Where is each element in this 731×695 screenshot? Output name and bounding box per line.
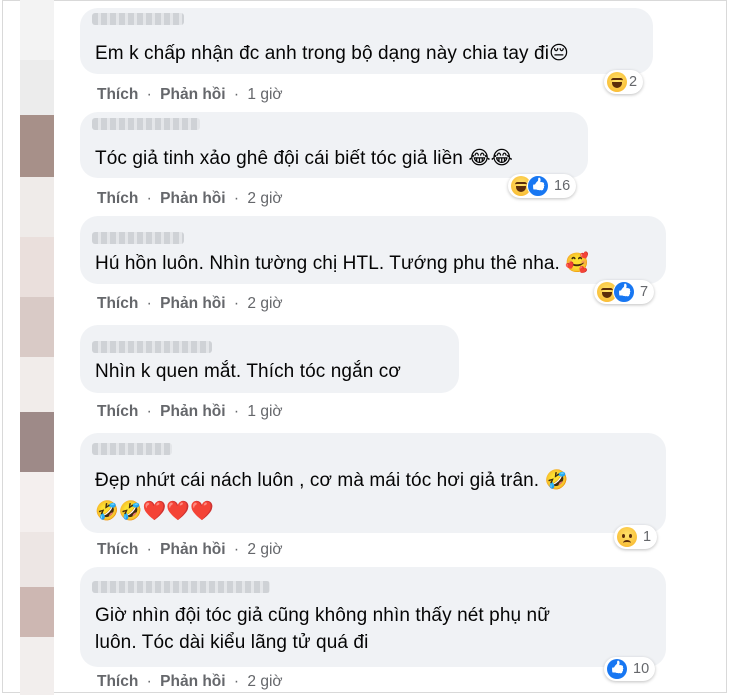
separator: · [233,190,240,207]
separator: · [233,673,240,690]
blurred-author-name [92,581,270,593]
timestamp[interactable]: 2 giờ [247,541,282,558]
blurred-author-name [92,118,200,130]
separator: · [146,86,152,103]
separator: · [146,403,152,420]
like-icon [607,659,627,679]
comment-text-line-2: luôn. Tóc dài kiểu lãng tử quá đi [95,632,369,653]
like-link[interactable]: Thích [97,295,138,312]
separator: · [233,541,240,558]
separator: · [146,673,152,690]
comment-text: Em k chấp nhận đc anh trong bộ dạng này … [95,43,569,64]
separator: · [233,86,240,103]
like-icon [527,175,549,197]
comment-actions: Thích · Phản hồi · 2 giờ [97,673,283,691]
separator: · [146,541,152,558]
reply-link[interactable]: Phản hồi [160,403,225,420]
comment-actions: Thích · Phản hồi · 1 giờ [97,86,283,104]
like-link[interactable]: Thích [97,190,138,207]
separator: · [146,295,152,312]
reply-link[interactable]: Phản hồi [160,541,225,558]
comment-actions: Thích · Phản hồi · 2 giờ [97,190,283,208]
blurred-author-name [92,341,212,353]
reaction-count: 2 [629,74,638,90]
blurred-author-name [92,13,184,25]
blurred-author-name [92,232,184,244]
comment-text: Hú hồn luôn. Nhìn tường chị HTL. Tướng p… [95,253,590,274]
like-link[interactable]: Thích [97,86,138,103]
timestamp[interactable]: 1 giờ [247,86,282,103]
reaction-count: 1 [643,529,652,545]
reaction-count: 10 [633,661,650,677]
comment-actions: Thích · Phản hồi · 2 giờ [97,295,283,313]
comment-actions: Thích · Phản hồi · 1 giờ [97,403,283,421]
reaction-summary[interactable]: 1 [614,525,658,549]
reaction-summary[interactable]: 10 [604,657,656,681]
reply-link[interactable]: Phản hồi [160,673,225,690]
blurred-avatar-column [20,0,54,695]
timestamp[interactable]: 2 giờ [247,673,282,690]
comment-text-line-1: Giờ nhìn đội tóc giả cũng không nhìn thấ… [95,605,551,626]
comment-text-line-1: Đẹp nhứt cái nách luôn , cơ mà mái tóc h… [95,470,569,491]
blurred-author-name [92,443,172,455]
reaction-count: 16 [554,178,571,194]
reaction-count: 7 [640,284,649,300]
sad-icon [617,527,637,547]
comment-actions: Thích · Phản hồi · 2 giờ [97,541,283,559]
comment-text: Nhìn k quen mắt. Thích tóc ngắn cơ [95,361,401,382]
separator: · [146,190,152,207]
comment-text-line-2: 🤣🤣❤️❤️❤️ [95,501,214,522]
timestamp[interactable]: 2 giờ [247,190,282,207]
reaction-summary[interactable]: 7 [594,280,655,304]
like-link[interactable]: Thích [97,403,138,420]
reply-link[interactable]: Phản hồi [160,86,225,103]
haha-icon [607,72,627,92]
separator: · [233,295,240,312]
like-icon [613,281,635,303]
reaction-summary[interactable]: 16 [508,174,577,198]
timestamp[interactable]: 2 giờ [247,295,282,312]
reply-link[interactable]: Phản hồi [160,295,225,312]
comment-text: Tóc giả tinh xảo ghê đội cái biết tóc gi… [95,148,513,169]
reply-link[interactable]: Phản hồi [160,190,225,207]
separator: · [233,403,240,420]
like-link[interactable]: Thích [97,673,138,690]
timestamp[interactable]: 1 giờ [247,403,282,420]
like-link[interactable]: Thích [97,541,138,558]
reaction-summary[interactable]: 2 [604,70,644,94]
